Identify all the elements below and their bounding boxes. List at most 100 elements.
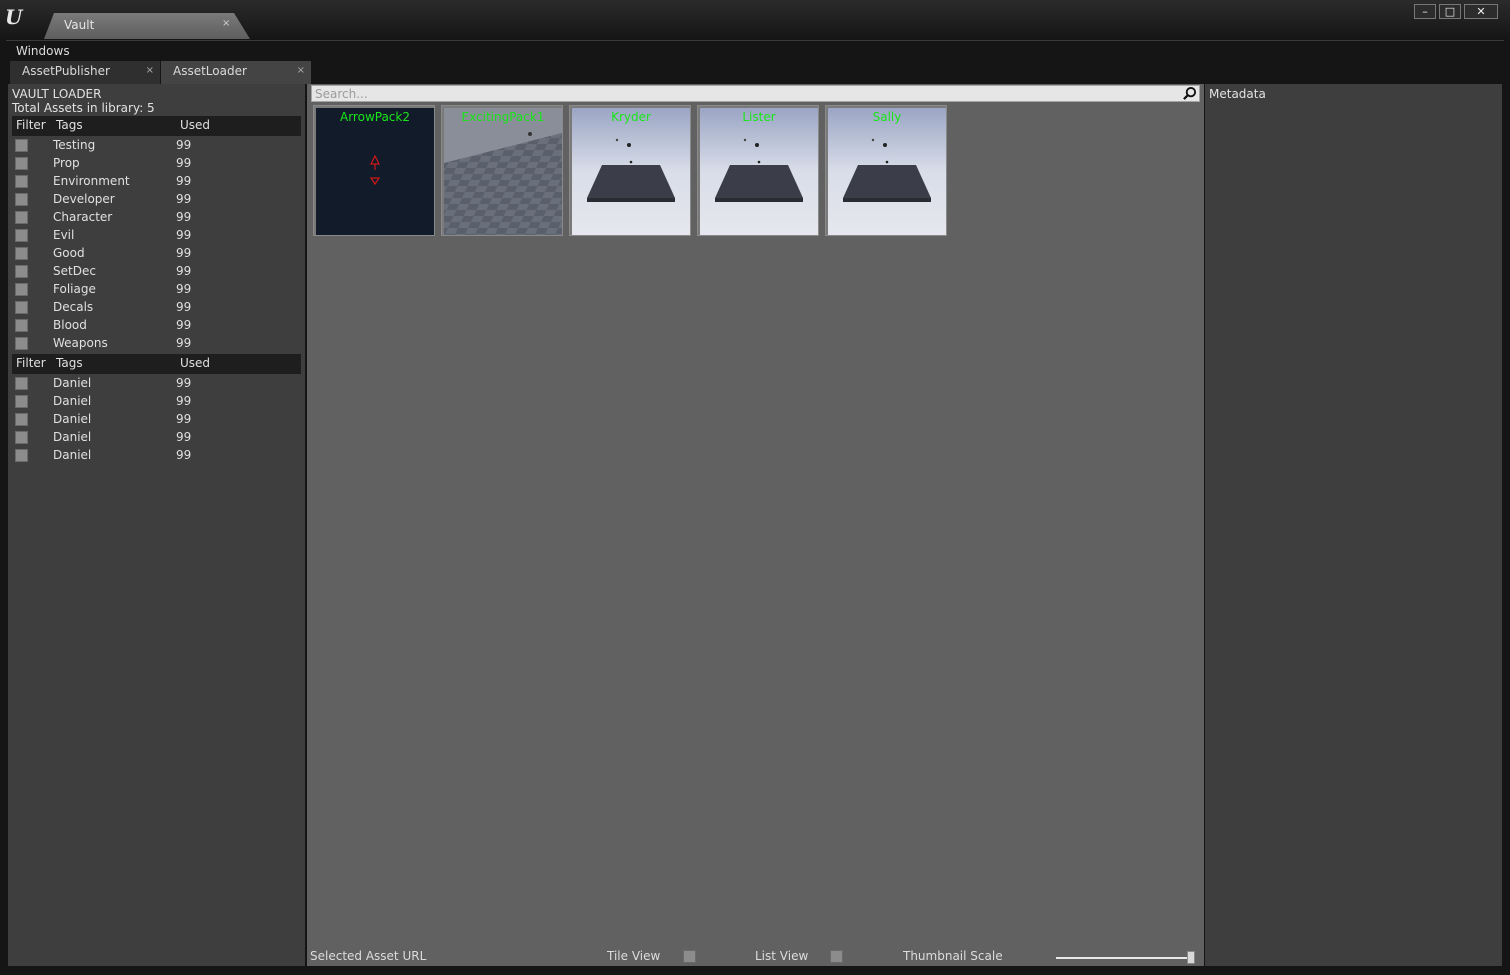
- tags-column-header[interactable]: Tags: [56, 118, 83, 132]
- asset-name: Kryder: [611, 110, 651, 124]
- tag-used-count: 99: [176, 300, 192, 314]
- author-used-count: 99: [176, 430, 192, 444]
- tag-filter-checkbox[interactable]: [15, 139, 28, 152]
- vault-tab-close-icon[interactable]: ×: [222, 18, 230, 29]
- minimize-button[interactable]: –: [1414, 4, 1436, 19]
- asset-name: Sally: [872, 110, 902, 124]
- asset-tile[interactable]: Kryder: [569, 105, 691, 236]
- tag-row[interactable]: Decals 99: [12, 299, 301, 317]
- tag-filter-checkbox[interactable]: [15, 193, 28, 206]
- tab-asset-loader-close-icon[interactable]: ×: [297, 65, 305, 76]
- author-name: Daniel: [53, 430, 92, 444]
- tag-filter-checkbox[interactable]: [15, 175, 28, 188]
- list-view-checkbox[interactable]: [830, 950, 843, 963]
- tag-used-count: 99: [176, 282, 192, 296]
- tag-row[interactable]: Prop 99: [12, 155, 301, 173]
- tag-row[interactable]: SetDec 99: [12, 263, 301, 281]
- author-used-count: 99: [176, 412, 192, 426]
- title-bar: U Vault × – □ ✕: [0, 0, 1510, 40]
- selected-asset-url-label: Selected Asset URL: [310, 949, 427, 963]
- tag-row[interactable]: Environment 99: [12, 173, 301, 191]
- author-row[interactable]: Daniel 99: [12, 393, 301, 411]
- total-assets-label: Total Assets in library: 5: [12, 101, 155, 115]
- tag-row[interactable]: Good 99: [12, 245, 301, 263]
- tag-row[interactable]: Developer 99: [12, 191, 301, 209]
- search-input[interactable]: Search...: [311, 85, 1200, 102]
- asset-tile[interactable]: Lister: [697, 105, 819, 236]
- tags-column-header[interactable]: Tags: [56, 356, 83, 370]
- authors-table-header: Filter Tags Used: [12, 354, 301, 374]
- tag-row[interactable]: Character 99: [12, 209, 301, 227]
- tag-name: SetDec: [53, 264, 96, 278]
- tag-used-count: 99: [176, 156, 192, 170]
- arrow-pack-preview: [316, 108, 434, 235]
- tag-name: Blood: [53, 318, 87, 332]
- tag-filter-checkbox[interactable]: [15, 283, 28, 296]
- asset-thumbnail: Sally: [828, 108, 946, 235]
- tag-name: Decals: [53, 300, 94, 314]
- vault-document-tab[interactable]: Vault ×: [44, 13, 250, 39]
- thumbnail-scale-slider-handle[interactable]: [1187, 951, 1195, 964]
- tag-filter-checkbox[interactable]: [15, 265, 28, 278]
- tile-view-checkbox[interactable]: [683, 950, 696, 963]
- tag-row[interactable]: Blood 99: [12, 317, 301, 335]
- close-button[interactable]: ✕: [1464, 4, 1498, 19]
- author-filter-checkbox[interactable]: [15, 449, 28, 462]
- tag-filter-checkbox[interactable]: [15, 157, 28, 170]
- tag-filter-checkbox[interactable]: [15, 247, 28, 260]
- asset-tile[interactable]: Sally: [825, 105, 947, 236]
- author-filter-checkbox[interactable]: [15, 395, 28, 408]
- menu-windows[interactable]: Windows: [16, 44, 70, 58]
- author-filter-checkbox[interactable]: [15, 413, 28, 426]
- tag-filter-checkbox[interactable]: [15, 211, 28, 224]
- browser-bottom-bar: Selected Asset URL Tile View List View T…: [307, 946, 1204, 966]
- tag-used-count: 99: [176, 138, 192, 152]
- tag-filter-checkbox[interactable]: [15, 319, 28, 332]
- used-column-header[interactable]: Used: [180, 118, 210, 132]
- tag-used-count: 99: [176, 210, 192, 224]
- used-column-header[interactable]: Used: [180, 356, 210, 370]
- thumbnail-scale-slider[interactable]: [1056, 957, 1192, 959]
- tag-row[interactable]: Testing 99: [12, 137, 301, 155]
- tag-name: Developer: [53, 192, 115, 206]
- tag-used-count: 99: [176, 336, 192, 350]
- tag-used-count: 99: [176, 318, 192, 332]
- vault-loader-panel: VAULT LOADER Total Assets in library: 5 …: [8, 84, 305, 966]
- tag-row[interactable]: Foliage 99: [12, 281, 301, 299]
- search-placeholder: Search...: [315, 87, 368, 101]
- author-row[interactable]: Daniel 99: [12, 429, 301, 447]
- asset-tile[interactable]: ExcitingPack1: [441, 105, 563, 236]
- asset-tile[interactable]: ArrowPack2: [313, 105, 435, 236]
- tag-row[interactable]: Evil 99: [12, 227, 301, 245]
- maximize-button[interactable]: □: [1439, 4, 1461, 19]
- asset-name: Lister: [742, 110, 776, 124]
- filter-column-header[interactable]: Filter: [16, 118, 46, 132]
- tag-name: Evil: [53, 228, 75, 242]
- checker-floor-preview: [444, 108, 562, 235]
- tag-row[interactable]: Weapons 99: [12, 335, 301, 353]
- tag-filter-checkbox[interactable]: [15, 301, 28, 314]
- asset-name: ArrowPack2: [340, 110, 410, 124]
- search-icon[interactable]: [1182, 86, 1197, 101]
- tab-asset-loader[interactable]: AssetLoader ×: [161, 61, 311, 84]
- tile-view-label: Tile View: [607, 949, 661, 963]
- tag-used-count: 99: [176, 228, 192, 242]
- list-view-label: List View: [755, 949, 809, 963]
- author-name: Daniel: [53, 412, 92, 426]
- author-filter-checkbox[interactable]: [15, 431, 28, 444]
- tag-filter-checkbox[interactable]: [15, 337, 28, 350]
- tag-filter-checkbox[interactable]: [15, 229, 28, 242]
- tab-asset-loader-label: AssetLoader: [173, 64, 247, 78]
- asset-thumbnail: ExcitingPack1: [444, 108, 562, 235]
- author-used-count: 99: [176, 394, 192, 408]
- author-row[interactable]: Daniel 99: [12, 375, 301, 393]
- tab-asset-publisher[interactable]: AssetPublisher ×: [10, 61, 160, 84]
- author-filter-checkbox[interactable]: [15, 377, 28, 390]
- tag-name: Foliage: [53, 282, 96, 296]
- author-row[interactable]: Daniel 99: [12, 447, 301, 465]
- tab-asset-publisher-close-icon[interactable]: ×: [146, 65, 154, 76]
- author-row[interactable]: Daniel 99: [12, 411, 301, 429]
- sky-scene-preview: [828, 108, 946, 235]
- tags-table-header: Filter Tags Used: [12, 116, 301, 136]
- filter-column-header[interactable]: Filter: [16, 356, 46, 370]
